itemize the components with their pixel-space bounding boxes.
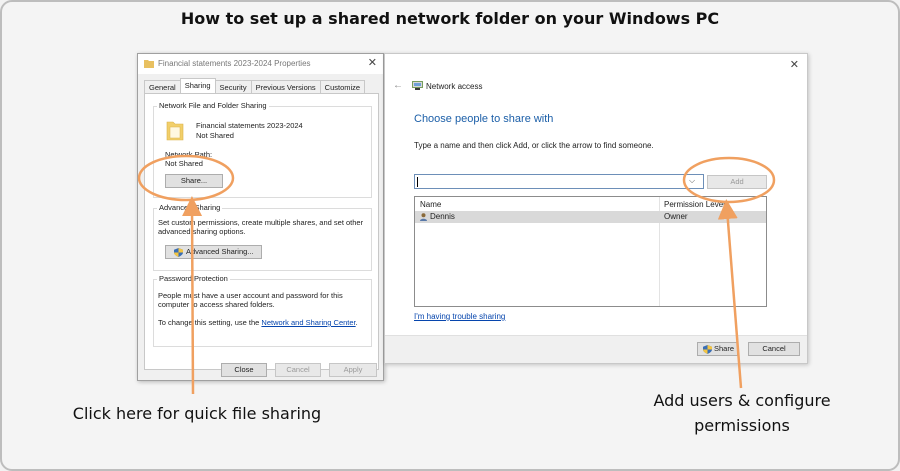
column-header-permission: Permission Level: [664, 200, 725, 209]
instruction-text: Type a name and then click Add, or click…: [414, 141, 654, 150]
tab-security[interactable]: Security: [214, 80, 252, 93]
network-path-label: Network Path:: [165, 150, 213, 159]
close-button[interactable]: Close: [221, 363, 267, 377]
network-group-label: Network File and Folder Sharing: [157, 101, 269, 110]
dialog-footer: Share Cancel: [385, 335, 807, 363]
network-sharing-center-link[interactable]: Network and Sharing Center: [261, 318, 355, 327]
chevron-down-icon[interactable]: ⌵: [689, 176, 695, 186]
tab-general[interactable]: General: [144, 80, 181, 93]
password-group-label: Password Protection: [157, 274, 230, 283]
right-caption-line1: Add users & configure: [653, 391, 831, 410]
dialog-heading: Choose people to share with: [414, 113, 554, 125]
trouble-sharing-link[interactable]: I'm having trouble sharing: [414, 312, 505, 321]
folder-icon: [166, 121, 184, 141]
network-path-value: Not Shared: [165, 159, 203, 168]
network-access-dialog: ✕ ← Network access Choose people to shar…: [384, 53, 808, 364]
column-header-name: Name: [420, 200, 442, 209]
left-caption: Click here for quick file sharing: [72, 404, 322, 423]
share-button-label: Share: [714, 344, 735, 353]
properties-dialog: Financial statements 2023-2024 Propertie…: [137, 53, 384, 381]
properties-tabs: General Sharing Security Previous Versio…: [144, 78, 366, 94]
close-icon[interactable]: ✕: [790, 58, 799, 71]
share-button-network[interactable]: Share: [697, 342, 738, 356]
shield-icon: [703, 345, 712, 354]
properties-window-title: Financial statements 2023-2024 Propertie…: [158, 59, 311, 68]
right-caption-line2: permissions: [694, 416, 790, 435]
users-table: Name Permission Level Dennis Owner: [414, 196, 767, 307]
network-window-title: Network access: [426, 82, 483, 91]
user-name: Dennis: [430, 212, 455, 221]
folder-name: Financial statements 2023-2024: [196, 121, 303, 130]
password-protection-group: Password Protection People must have a u…: [153, 274, 372, 347]
table-row[interactable]: Dennis Owner: [415, 211, 766, 223]
advanced-group-label: Advanced Sharing: [157, 203, 223, 212]
password-change-text: To change this setting, use the: [158, 318, 260, 327]
advanced-sharing-group: Advanced Sharing Set custom permissions,…: [153, 203, 372, 271]
add-button[interactable]: Add: [707, 175, 767, 189]
cancel-button[interactable]: Cancel: [275, 363, 321, 377]
page-title: How to set up a shared network folder on…: [180, 9, 720, 28]
advanced-desc-line1: Set custom permissions, create multiple …: [158, 218, 364, 227]
share-button[interactable]: Share...: [165, 174, 223, 188]
apply-button[interactable]: Apply: [329, 363, 377, 377]
password-suffix: .: [355, 318, 358, 327]
close-icon[interactable]: ✕: [368, 56, 377, 69]
advanced-sharing-button[interactable]: Advanced Sharing...: [165, 245, 262, 259]
text-cursor: [417, 177, 418, 187]
advanced-desc-line2: advanced sharing options.: [158, 227, 246, 236]
cancel-button-network[interactable]: Cancel: [748, 342, 800, 356]
network-icon: [412, 81, 423, 90]
name-input[interactable]: [414, 174, 704, 189]
tab-customize[interactable]: Customize: [319, 80, 366, 93]
sharing-tab-panel: Network File and Folder Sharing Financia…: [144, 93, 379, 370]
folder-status: Not Shared: [196, 131, 234, 140]
user-permission[interactable]: Owner: [664, 212, 688, 221]
network-sharing-group: Network File and Folder Sharing Financia…: [153, 101, 372, 198]
password-change-line: To change this setting, use the Network …: [158, 318, 358, 327]
password-desc-line2: computer to access shared folders.: [158, 300, 275, 309]
tab-previous-versions[interactable]: Previous Versions: [250, 80, 321, 93]
folder-icon: [144, 60, 154, 68]
properties-titlebar: Financial statements 2023-2024 Propertie…: [138, 54, 383, 74]
shield-icon: [174, 248, 183, 257]
advanced-sharing-label: Advanced Sharing...: [186, 247, 254, 256]
tab-sharing[interactable]: Sharing: [179, 78, 216, 93]
password-desc-line1: People must have a user account and pass…: [158, 291, 343, 300]
back-arrow-icon[interactable]: ←: [393, 80, 403, 91]
user-icon: [420, 213, 427, 221]
